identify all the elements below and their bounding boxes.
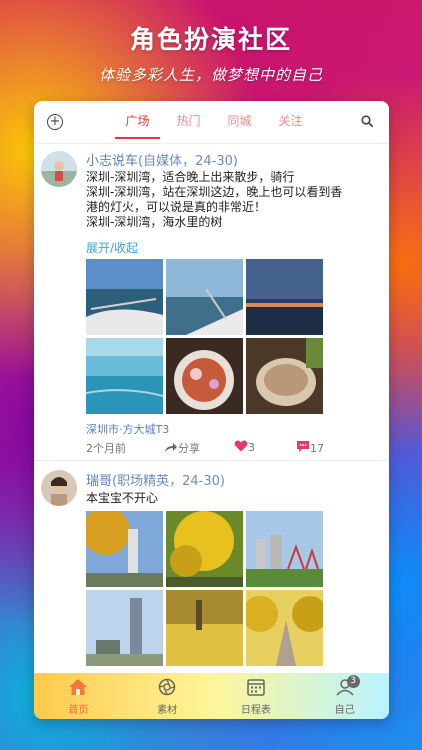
tab-following[interactable]: 关注 — [265, 101, 316, 143]
user-meta: (职场精英，24-30) — [112, 474, 225, 489]
post-text-line: 深圳-深圳湾，适合晚上出来散步，骑行 — [86, 170, 295, 184]
post-item: 瑞哥(职场精英，24-30) 本宝宝不开心 — [34, 461, 389, 674]
photo[interactable] — [166, 511, 243, 587]
expand-toggle[interactable]: 展开/收起 — [86, 239, 138, 256]
nav-label: 日程表 — [240, 705, 271, 716]
photo[interactable] — [246, 259, 323, 335]
post-text-line: 港的灯火，可以说是真的非常近！ — [86, 200, 267, 214]
post-text-line: 深圳-深圳湾，海水里的树 — [86, 215, 223, 229]
photo[interactable] — [86, 338, 163, 414]
home-icon — [69, 679, 88, 695]
username[interactable]: 小志说车 — [86, 154, 138, 169]
photo-grid — [86, 259, 323, 414]
post-time: 2个月前 — [86, 442, 126, 455]
nav-label: 首页 — [68, 705, 89, 716]
comment-icon — [297, 441, 309, 452]
app-title: 角色扮演社区 — [129, 25, 292, 54]
post-actions: 2个月前 分享 3 17 — [86, 440, 376, 456]
nav-profile[interactable]: 3 自己 — [300, 673, 389, 719]
search-icon[interactable] — [361, 115, 373, 127]
comment-button[interactable]: 17 — [296, 440, 324, 455]
nav-label: 素材 — [157, 705, 178, 716]
like-button[interactable]: 3 — [234, 440, 255, 454]
aperture-icon — [158, 678, 176, 696]
post-username[interactable]: 瑞哥(职场精英，24-30) — [86, 470, 225, 489]
tab-local[interactable]: 同城 — [214, 101, 265, 143]
notification-badge: 3 — [346, 675, 360, 688]
post-text: 本宝宝不开心 — [86, 491, 159, 505]
post-item: 小志说车(自媒体，24-30) 深圳-深圳湾，适合晚上出来散步，骑行 深圳-深圳… — [34, 144, 389, 461]
comment-count: 17 — [310, 442, 324, 455]
share-label: 分享 — [178, 442, 200, 455]
hero-header: 角色扮演社区 体验多彩人生，做梦想中的自己 — [0, 20, 422, 85]
app-screen: + 广场 热门 同城 关注 小志说车(自媒体，24-30) 深圳-深圳湾，适合晚… — [34, 101, 389, 719]
add-post-icon[interactable]: + — [47, 114, 63, 130]
post-text: 深圳-深圳湾，适合晚上出来散步，骑行 深圳-深圳湾，站在深圳这边，晚上也可以看到… — [86, 170, 382, 230]
photo[interactable] — [166, 590, 243, 666]
tab-square[interactable]: 广场 — [112, 101, 163, 143]
photo[interactable] — [246, 338, 323, 414]
photo-grid — [86, 511, 323, 666]
nav-materials[interactable]: 素材 — [123, 673, 212, 719]
like-count: 3 — [248, 441, 255, 454]
post-username[interactable]: 小志说车(自媒体，24-30) — [86, 150, 238, 169]
tab-hot[interactable]: 热门 — [163, 101, 214, 143]
photo[interactable] — [246, 590, 323, 666]
share-button[interactable]: 分享 — [164, 440, 200, 456]
share-icon — [165, 443, 177, 452]
post-location[interactable]: 深圳市·方大城T3 — [86, 421, 169, 437]
photo[interactable] — [166, 259, 243, 335]
top-bar: + 广场 热门 同城 关注 — [34, 101, 389, 144]
post-text-line: 深圳-深圳湾，站在深圳这边，晚上也可以看到香 — [86, 185, 343, 199]
photo[interactable] — [166, 338, 243, 414]
photo[interactable] — [86, 590, 163, 666]
bottom-nav: 首页 素材 日程表 3 自己 — [34, 673, 389, 719]
photo[interactable] — [246, 511, 323, 587]
nav-label: 自己 — [334, 705, 355, 716]
nav-schedule[interactable]: 日程表 — [212, 673, 301, 719]
feed-tabs: 广场 热门 同城 关注 — [112, 101, 316, 143]
avatar[interactable] — [41, 151, 77, 187]
post-feed: 小志说车(自媒体，24-30) 深圳-深圳湾，适合晚上出来散步，骑行 深圳-深圳… — [34, 144, 389, 674]
app-subtitle: 体验多彩人生，做梦想中的自己 — [98, 66, 323, 84]
username[interactable]: 瑞哥 — [86, 474, 112, 489]
nav-home[interactable]: 首页 — [34, 673, 123, 719]
photo[interactable] — [86, 511, 163, 587]
heart-icon — [234, 440, 248, 452]
calendar-icon — [247, 679, 265, 696]
photo[interactable] — [86, 259, 163, 335]
user-meta: (自媒体，24-30) — [138, 154, 238, 169]
avatar[interactable] — [41, 470, 77, 506]
